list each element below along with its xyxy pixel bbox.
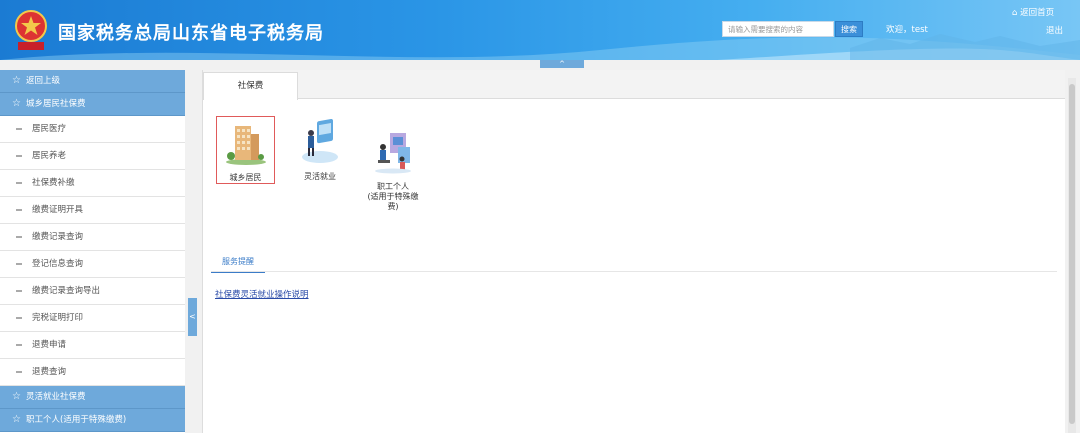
site-title: 国家税务总局山东省电子税务局	[58, 23, 324, 44]
sidebar-group-urban-rural[interactable]: ☆ 城乡居民社保费	[0, 93, 185, 116]
main-panel: 社保费 城乡居民 灵活就业 职工个人 (适用于特殊缴 费) 服务提醒 社保费灵活…	[202, 70, 1065, 433]
divider	[211, 271, 1057, 272]
sidebar-item[interactable]: 退费查询	[0, 359, 185, 386]
card-label: 灵活就业	[304, 172, 336, 181]
bullet-icon	[16, 235, 22, 238]
logout-link[interactable]: 退出	[1046, 24, 1063, 36]
bullet-icon	[16, 289, 22, 292]
star-icon: ☆	[12, 391, 21, 402]
sidebar-item[interactable]: 居民医疗	[0, 116, 185, 143]
card-flexible-employment[interactable]: 灵活就业	[291, 118, 349, 182]
star-icon: ☆	[12, 75, 21, 86]
bullet-icon	[16, 370, 22, 373]
sidebar-item[interactable]: 社保费补缴	[0, 170, 185, 197]
sidebar-item[interactable]: 完税证明打印	[0, 305, 185, 332]
flexible-employment-guide-link[interactable]: 社保费灵活就业操作说明	[215, 288, 309, 300]
search-button[interactable]: 搜索	[835, 21, 863, 37]
bullet-icon	[16, 127, 22, 130]
sidebar-item[interactable]: 缴费记录查询导出	[0, 278, 185, 305]
employee-individual-icon	[375, 133, 411, 174]
bullet-icon	[16, 208, 22, 211]
sidebar-toggle-button[interactable]: <	[188, 298, 197, 336]
home-link[interactable]: ⌂ 返回首页	[1012, 6, 1054, 18]
home-icon: ⌂	[1012, 8, 1021, 18]
bullet-icon	[16, 316, 22, 319]
welcome-text: 欢迎，test	[886, 25, 928, 35]
top-header: 国家税务总局山东省电子税务局 请输入需要搜索的内容 搜索 欢迎，test ⌂ 返…	[0, 0, 1080, 60]
sidebar-group-flexible[interactable]: ☆ 灵活就业社保费	[0, 386, 185, 409]
bullet-icon	[16, 343, 22, 346]
sidebar-group-employee[interactable]: ☆ 职工个人(适用于特殊缴费)	[0, 409, 185, 432]
sidebar-item[interactable]: 居民养老	[0, 143, 185, 170]
tab-social-insurance[interactable]: 社保费	[203, 72, 298, 100]
vertical-scrollbar[interactable]	[1068, 78, 1076, 433]
card-employee-individual[interactable]: 职工个人 (适用于特殊缴 费)	[364, 119, 422, 222]
sidebar-back[interactable]: ☆ 返回上级	[0, 70, 185, 93]
bullet-icon	[16, 181, 22, 184]
card-urban-rural[interactable]: 城乡居民	[216, 116, 275, 184]
search-input[interactable]: 请输入需要搜索的内容	[722, 21, 834, 37]
sidebar-item[interactable]: 登记信息查询	[0, 251, 185, 278]
scrollbar-thumb[interactable]	[1069, 84, 1075, 424]
sidebar-item[interactable]: 退费申请	[0, 332, 185, 359]
sidebar: ☆ 返回上级 ☆ 城乡居民社保费 居民医疗 居民养老 社保费补缴 缴费证明开具 缴费…	[0, 70, 185, 433]
card-label: 城乡居民	[229, 173, 262, 182]
card-label: 职工个人 (适用于特殊缴 费)	[367, 182, 419, 211]
tab-bar: 社保费	[203, 70, 1065, 100]
bullet-icon	[16, 262, 22, 265]
sidebar-item[interactable]: 缴费记录查询	[0, 224, 185, 251]
flexible-employment-icon	[302, 118, 338, 163]
tax-emblem-icon	[15, 10, 47, 50]
star-icon: ☆	[12, 414, 21, 425]
star-icon: ☆	[12, 98, 21, 109]
tab-service-reminder[interactable]: 服务提醒	[211, 252, 265, 273]
building-icon	[225, 126, 266, 165]
bullet-icon	[16, 154, 22, 157]
sidebar-item[interactable]: 缴费证明开具	[0, 197, 185, 224]
collapse-header-button[interactable]: ^	[540, 60, 584, 68]
